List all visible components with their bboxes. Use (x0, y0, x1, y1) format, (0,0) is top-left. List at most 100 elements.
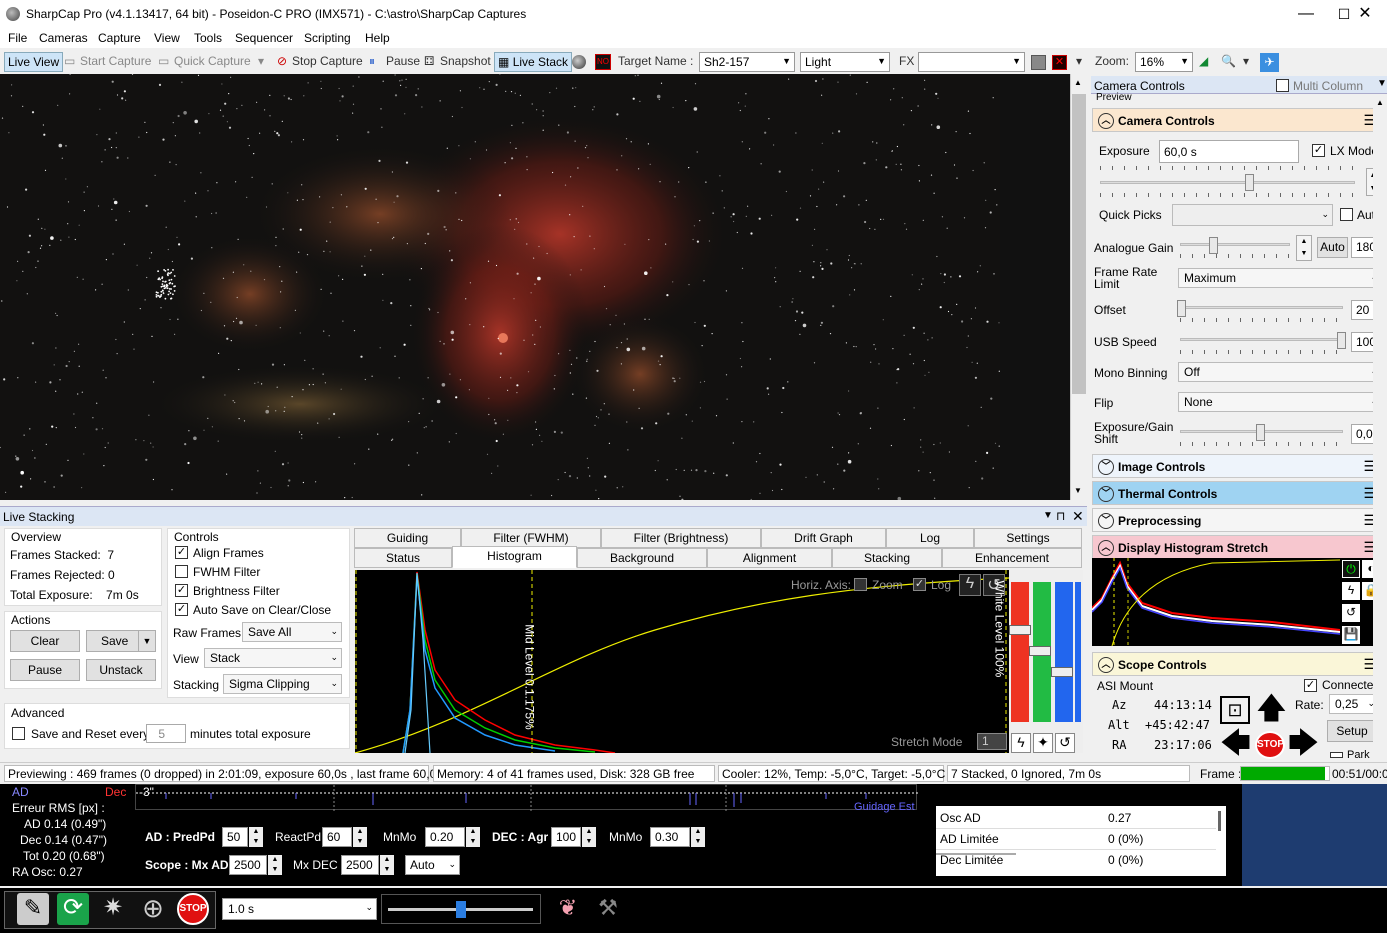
loop-icon[interactable]: ⟳ (57, 893, 89, 925)
mxad-input[interactable]: 2500 (229, 855, 267, 875)
zoom-checkbox[interactable] (854, 578, 867, 591)
crosshair-icon[interactable]: ⊕ (137, 893, 169, 925)
chevron-down-icon[interactable]: ▼ (1377, 78, 1387, 89)
tab-settings[interactable]: Settings (974, 528, 1082, 548)
image-controls-section[interactable]: ﹀ Image Controls ☰ (1092, 454, 1385, 478)
arrow-right-icon[interactable]: 🡆 (1288, 729, 1319, 759)
chevron-down-icon[interactable]: ▼ (1074, 486, 1082, 495)
slider-thumb[interactable] (456, 901, 466, 918)
focus-icon[interactable]: 🔍 (1221, 54, 1236, 68)
scope-controls-section[interactable]: ︿ Scope Controls ☰ (1092, 652, 1385, 676)
thermal-controls-section[interactable]: ﹀ Thermal Controls ☰ (1092, 481, 1385, 505)
no-icon[interactable]: NO (595, 54, 611, 70)
menu-help[interactable]: Help (365, 31, 390, 45)
brain-icon[interactable]: ❦ (552, 893, 584, 925)
usb-slider-thumb[interactable] (1337, 332, 1346, 349)
mono-binning-select[interactable]: Off⌄ (1178, 362, 1382, 382)
fx-select[interactable]: ▼ (918, 52, 1025, 72)
pause-stack-button[interactable]: Pause (10, 659, 80, 681)
star-target-icon[interactable]: ✷ (97, 893, 129, 925)
mxad-spinner[interactable]: ▲ ▼ (268, 855, 282, 875)
tab-enhancement[interactable]: Enhancement (942, 548, 1082, 568)
exposure-input[interactable]: 60,0 s (1159, 140, 1299, 163)
auto-checkbox[interactable] (1340, 208, 1353, 221)
moon-icon[interactable] (572, 55, 586, 69)
save-button[interactable]: Save ▼ (86, 630, 156, 652)
auto-save-checkbox[interactable]: ✓ (175, 603, 188, 616)
red-level-slider[interactable] (1011, 582, 1029, 722)
gain-slider-track[interactable] (1180, 243, 1290, 246)
histogram-icon[interactable]: ◢ (1199, 54, 1208, 68)
quick-capture-button[interactable]: Quick Capture (174, 54, 251, 68)
offset-slider-track[interactable] (1180, 306, 1343, 309)
live-view-button[interactable]: Live View (4, 52, 64, 72)
setup-button[interactable]: Setup (1327, 720, 1377, 742)
fwhm-filter-checkbox[interactable] (175, 565, 188, 578)
frame-rate-select[interactable]: Maximum⌄ (1178, 268, 1382, 288)
mnmo-dec-input[interactable]: 0.30 (650, 827, 690, 847)
tab-drift-graph[interactable]: Drift Graph (761, 528, 886, 548)
gain-auto-button[interactable]: Auto (1317, 237, 1348, 258)
menu-file[interactable]: File (8, 31, 27, 45)
blue-slider-thumb[interactable] (1051, 667, 1073, 677)
menu-sequencer[interactable]: Sequencer (235, 31, 293, 45)
clear-button[interactable]: Clear (10, 630, 80, 652)
save-reset-checkbox[interactable] (12, 727, 25, 740)
multi-column-checkbox[interactable] (1276, 79, 1289, 92)
agr-spinner[interactable]: ▲ ▼ (582, 827, 596, 847)
sync-icon[interactable]: ⊡ (1220, 696, 1250, 724)
pencil-icon[interactable]: ✎ (17, 893, 49, 925)
reset-icon[interactable]: ↺ (1055, 733, 1075, 753)
connected-checkbox[interactable]: ✓ (1304, 679, 1317, 692)
reactpd-input[interactable]: 60 (322, 827, 352, 847)
mxdec-spinner[interactable]: ▲ ▼ (380, 855, 394, 875)
gain-slider-thumb[interactable] (1209, 237, 1218, 254)
menu-cameras[interactable]: Cameras (39, 31, 88, 45)
preprocessing-section[interactable]: ﹀ Preprocessing ☰ (1092, 508, 1385, 532)
chevron-up-icon[interactable]: ▲ (1376, 98, 1384, 107)
log-checkbox[interactable]: ✓ (913, 578, 926, 591)
tab-background[interactable]: Background (577, 548, 707, 568)
tab-log[interactable]: Log (886, 528, 974, 548)
arrow-left-icon[interactable]: 🡄 (1220, 729, 1251, 759)
close-icon[interactable]: ✕ (1072, 508, 1084, 525)
chevron-down-icon[interactable]: ﹀ (1098, 459, 1114, 475)
brightness-filter-checkbox[interactable]: ✓ (175, 584, 188, 597)
mnmo-dec-spinner[interactable]: ▲ ▼ (691, 827, 705, 847)
red-slider-thumb[interactable] (1009, 625, 1031, 635)
display-histogram-chart[interactable] (1091, 558, 1341, 647)
star-icon[interactable]: ✦ (1033, 733, 1053, 753)
pin-icon[interactable]: ⊓ (1056, 509, 1065, 523)
exposure-slider-thumb[interactable] (1245, 174, 1254, 191)
lightning-icon[interactable]: ϟ (959, 574, 981, 596)
chevron-down-icon[interactable]: ▾ (1243, 54, 1249, 68)
chevron-up-icon[interactable]: ︿ (1098, 657, 1114, 673)
mxdec-input[interactable]: 2500 (341, 855, 379, 875)
chevron-up-icon[interactable]: ▲ (1074, 78, 1082, 87)
close-button[interactable]: ✕ (1343, 2, 1387, 26)
guide-exposure-select[interactable]: 1.0 s ⌄ (222, 898, 377, 920)
tools-icon[interactable]: ⚒ (592, 893, 624, 925)
raw-frames-select[interactable]: Save All ⌄ (242, 622, 342, 642)
shift-slider-thumb[interactable] (1256, 424, 1265, 441)
menu-scripting[interactable]: Scripting (304, 31, 351, 45)
tab-guiding[interactable]: Guiding (354, 528, 461, 548)
stack-histogram-chart[interactable]: Horiz. Axis: Zoom ✓ Log ϟ ↺ Mid Level 0.… (354, 570, 1010, 754)
camera-controls-section[interactable]: ︿ Camera Controls ☰ (1092, 108, 1385, 132)
right-panel-scrollbar[interactable]: ▲ (1373, 96, 1387, 756)
park-checkbox[interactable] (1330, 752, 1343, 758)
rate-select[interactable]: 0,25 ⌄ (1329, 694, 1379, 714)
mnmo-ad-spinner[interactable]: ▲ ▼ (466, 827, 480, 847)
pin-icon[interactable]: ✈ (1260, 53, 1279, 72)
view-select[interactable]: Stack ⌄ (204, 648, 342, 668)
chevron-up-icon[interactable]: ︿ (1098, 540, 1114, 556)
tab-histogram[interactable]: Histogram (452, 546, 577, 568)
lightning-icon[interactable]: ϟ (1342, 582, 1360, 600)
align-frames-checkbox[interactable]: ✓ (175, 546, 188, 559)
lx-mode-checkbox[interactable]: ✓ (1312, 144, 1325, 157)
frame-type-select[interactable]: Light ▼ (800, 52, 890, 72)
chevron-down-icon[interactable]: ▼ (138, 631, 155, 651)
reticle-icon[interactable] (1031, 55, 1046, 70)
reset-icon[interactable]: ↺ (1342, 604, 1360, 622)
exposure-slider-track[interactable] (1100, 181, 1355, 184)
